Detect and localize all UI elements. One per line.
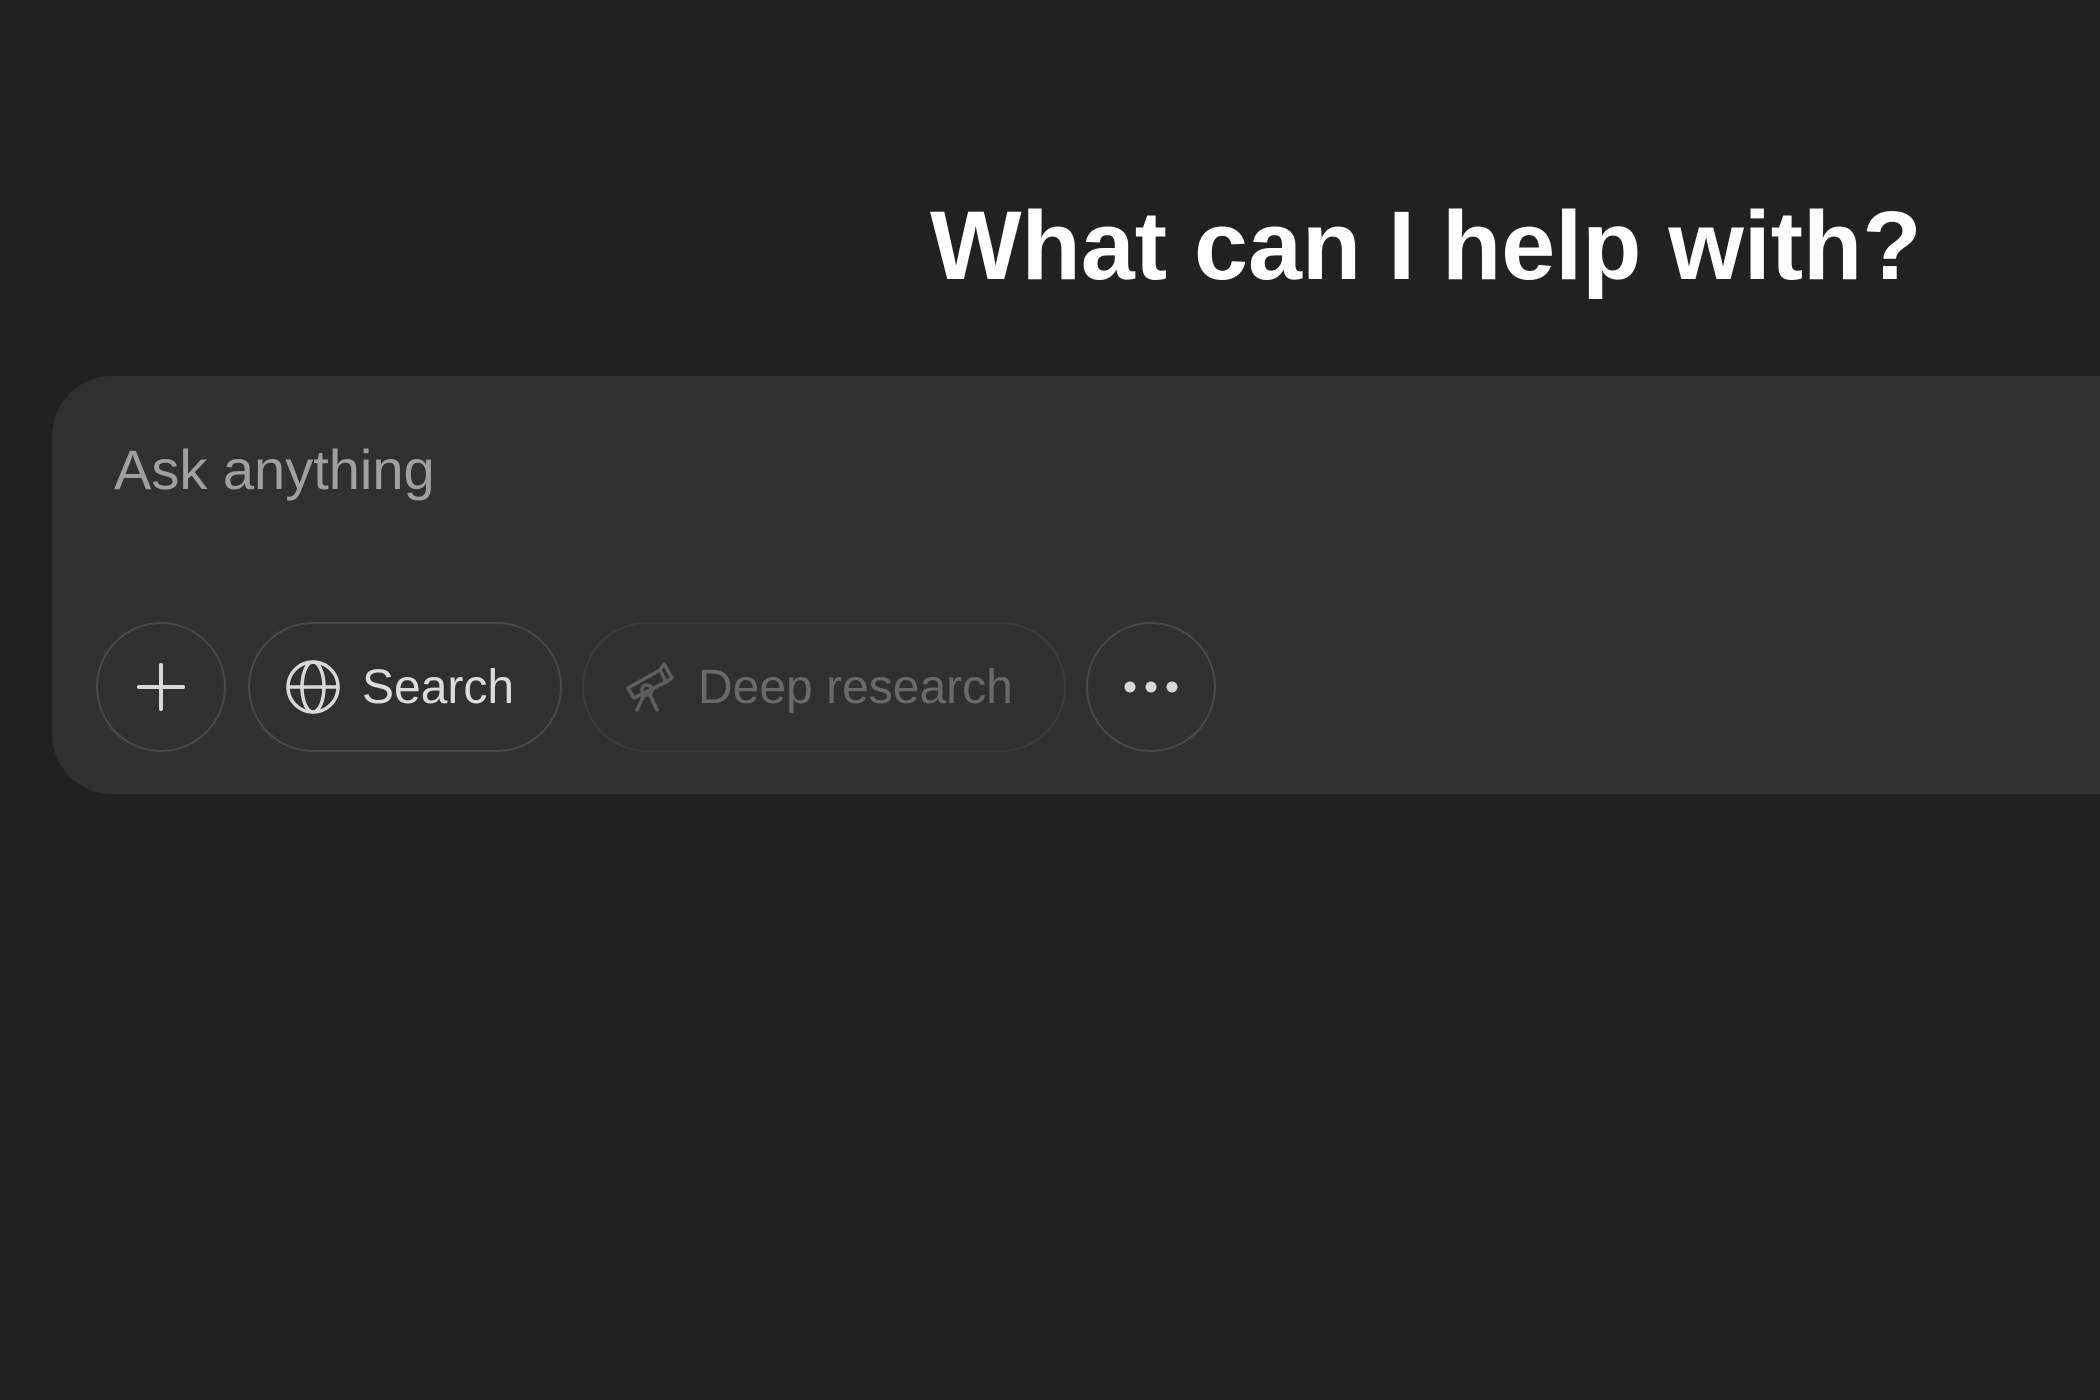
add-attachment-button[interactable] bbox=[96, 622, 226, 752]
telescope-icon bbox=[620, 658, 678, 716]
search-button-label: Search bbox=[362, 660, 515, 714]
chat-home: What can I help with? Search bbox=[0, 0, 2100, 1400]
prompt-input[interactable] bbox=[114, 430, 2014, 510]
page-title: What can I help with? bbox=[930, 191, 1922, 300]
plus-icon bbox=[135, 661, 187, 713]
composer: Search Deep research bbox=[52, 376, 2100, 794]
globe-icon bbox=[284, 658, 342, 716]
more-options-button[interactable] bbox=[1086, 622, 1216, 752]
deep-research-button[interactable]: Deep research bbox=[582, 622, 1066, 752]
deep-research-button-label: Deep research bbox=[698, 660, 1013, 714]
search-button[interactable]: Search bbox=[248, 622, 562, 752]
more-dots-icon bbox=[1122, 680, 1180, 694]
